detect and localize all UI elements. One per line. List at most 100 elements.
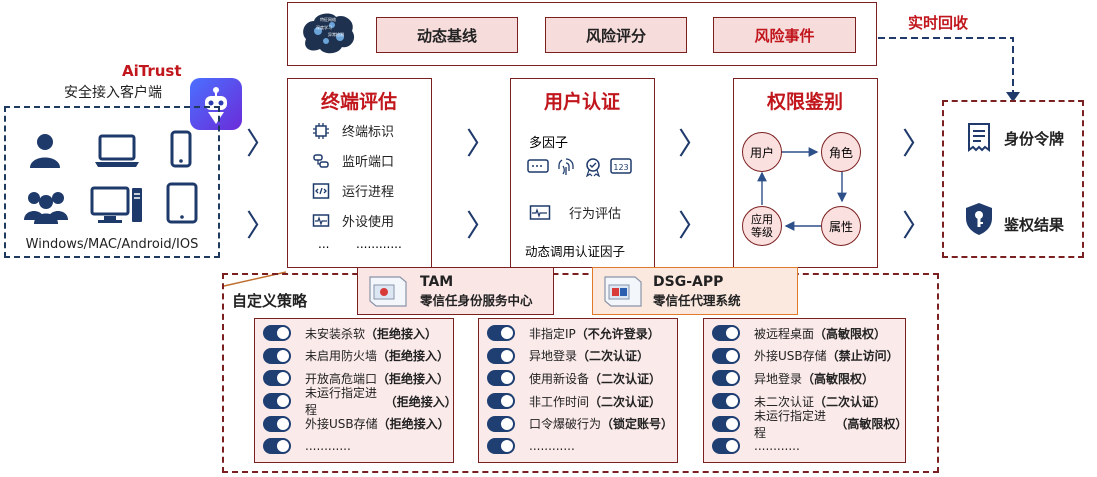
svg-text:123: 123 xyxy=(613,163,628,172)
toggle-switch[interactable] xyxy=(712,415,740,432)
auth-title: 用户认证 xyxy=(543,91,620,113)
behavior-assessment: 行为评估 xyxy=(529,203,621,222)
user-icon xyxy=(30,134,60,168)
brain-icon: 特征网络 深度学习 异常检测 xyxy=(303,13,355,54)
policy-column-endpoint: 未安装杀软 （拒绝接入） 未启用防火墙 （拒绝接入） 开放高危端口 （拒绝接入） 未运行指定… xyxy=(254,318,457,463)
group-icon xyxy=(24,192,68,224)
chevron-right-icon: 〉 xyxy=(466,209,496,244)
policy-rule-action: （二次认证） xyxy=(577,349,650,364)
laptop-icon xyxy=(95,134,139,167)
policy-rule-text: 被远程桌面 xyxy=(754,326,815,341)
user-auth-panel: 用户认证 多因子 123 行为评估 动态调用认证因子 xyxy=(510,78,655,268)
policy-rule-row: ............ xyxy=(487,435,677,458)
endpoint-item: 运行进程 xyxy=(310,181,394,200)
toggle-switch[interactable] xyxy=(712,393,740,410)
policy-rule-row: 未安装杀软 （拒绝接入） xyxy=(263,322,453,345)
toggle-switch[interactable] xyxy=(263,325,291,342)
svg-text:异常检测: 异常检测 xyxy=(328,31,344,37)
toggle-switch[interactable] xyxy=(487,438,515,455)
policy-rule-action: （高敏限权） xyxy=(814,326,887,341)
endpoint-item: 监听端口 xyxy=(310,151,394,170)
toggle-switch[interactable] xyxy=(487,347,515,364)
toggle-switch[interactable] xyxy=(712,438,740,455)
chevron-right-icon: 〉 xyxy=(678,127,708,162)
monitor-pulse-icon xyxy=(529,204,551,222)
analysis-bar: 特征网络 深度学习 异常检测 动态基线 风险评分 风险事件 xyxy=(287,2,877,66)
toggle-switch[interactable] xyxy=(263,347,291,364)
identity-token-label: 身份令牌 xyxy=(1004,130,1065,148)
policy-rule-text: 非指定IP xyxy=(529,326,576,341)
feedback-arrow xyxy=(878,37,1020,102)
policy-rule-row: 异地登录 （高敏限权） xyxy=(712,367,905,390)
port-icon xyxy=(310,152,332,170)
policy-rule-text: ............ xyxy=(305,439,351,454)
toggle-switch[interactable] xyxy=(712,325,740,342)
desktop-icon xyxy=(90,186,142,223)
policy-rule-row: 未启用防火墙 （拒绝接入） xyxy=(263,345,453,368)
endpoint-more-right: ............ xyxy=(356,237,402,251)
toggle-switch[interactable] xyxy=(712,347,740,364)
sms-icon xyxy=(527,159,549,173)
token-icon xyxy=(968,123,990,152)
chevron-right-icon: 〉 xyxy=(466,127,496,162)
dsg-name: DSG-APP xyxy=(653,273,724,290)
policy-rule-text: 未启用防火墙 xyxy=(305,349,378,364)
policy-rule-action: （拒绝接入） xyxy=(365,326,438,341)
chip-icon xyxy=(310,122,332,140)
brand-name: AiTrust xyxy=(122,62,182,80)
policy-rule-action: （拒绝接入） xyxy=(384,394,457,409)
permission-panel: 权限鉴别 用户 角色 应用 等级 属性 xyxy=(733,78,878,268)
svg-text:深度学习: 深度学习 xyxy=(316,24,332,30)
chevron-right-icon: 〉 xyxy=(678,209,708,244)
proxy-server-icon xyxy=(604,276,642,307)
client-devices-box: Windows/MAC/Android/IOS xyxy=(4,106,220,258)
phone-icon xyxy=(170,130,192,168)
policy-rule-text: 外接USB存储 xyxy=(754,349,827,364)
risk-score-button[interactable]: 风险评分 xyxy=(545,17,687,53)
factor-icons: 123 xyxy=(527,157,632,177)
client-subtitle: 安全接入客户端 xyxy=(64,85,162,101)
dynamic-factor-label: 动态调用认证因子 xyxy=(525,244,626,259)
policy-rule-action: （拒绝接入） xyxy=(377,371,450,386)
chevron-right-icon: 〉 xyxy=(246,209,276,244)
endpoint-item: 终端标识 xyxy=(310,121,394,140)
policy-rule-action: （二次认证） xyxy=(589,394,662,409)
policy-rule-row: 异地登录 （二次认证） xyxy=(487,345,677,368)
toggle-switch[interactable] xyxy=(712,370,740,387)
policy-rule-row: 被远程桌面 （高敏限权） xyxy=(712,322,905,345)
dynamic-baseline-button[interactable]: 动态基线 xyxy=(376,17,518,53)
app-level-node: 应用 等级 xyxy=(742,206,782,246)
endpoint-more-left: ... xyxy=(318,237,330,251)
policy-rule-row: 使用新设备 （二次认证） xyxy=(487,367,677,390)
toggle-switch[interactable] xyxy=(263,393,291,410)
policy-rule-action: （高敏限权） xyxy=(835,417,908,432)
policy-rule-action: （锁定账号） xyxy=(601,417,674,432)
toggle-switch[interactable] xyxy=(263,438,291,455)
key-shield-icon xyxy=(966,203,992,235)
policy-rule-row: 口令爆破行为 （锁定账号） xyxy=(487,412,677,435)
perm-title: 权限鉴别 xyxy=(766,91,843,113)
chevron-right-icon: 〉 xyxy=(902,127,932,162)
policy-rule-action: （二次认证） xyxy=(589,371,662,386)
toggle-switch[interactable] xyxy=(487,370,515,387)
chevron-right-icon: 〉 xyxy=(902,209,932,244)
policy-rule-row: 未运行指定进程 （高敏限权） xyxy=(712,409,908,440)
policy-rule-text: 未运行指定进程 xyxy=(305,386,378,418)
policy-rule-text: 口令爆破行为 xyxy=(529,417,602,432)
policy-rule-action: （不允许登录） xyxy=(575,326,660,341)
toggle-switch[interactable] xyxy=(487,415,515,432)
risk-event-button[interactable]: 风险事件 xyxy=(713,17,856,53)
toggle-switch[interactable] xyxy=(487,325,515,342)
endpoint-assessment-panel: 终端评估 终端标识 监听端口 运行进程 外设使用 ... ...........… xyxy=(287,78,432,268)
multi-factor-label: 多因子 xyxy=(529,136,569,151)
policy-rule-text: 使用新设备 xyxy=(529,371,590,386)
monitor-pulse-icon xyxy=(310,212,332,230)
policy-rule-row: ............ xyxy=(263,435,453,458)
toggle-switch[interactable] xyxy=(487,393,515,410)
toggle-switch[interactable] xyxy=(263,370,291,387)
toggle-switch[interactable] xyxy=(263,415,291,432)
role-node: 角色 xyxy=(821,132,861,172)
endpoint-title: 终端评估 xyxy=(320,91,397,113)
policy-rule-action: （禁止访问） xyxy=(826,349,899,364)
endpoint-item: 外设使用 xyxy=(310,211,394,230)
